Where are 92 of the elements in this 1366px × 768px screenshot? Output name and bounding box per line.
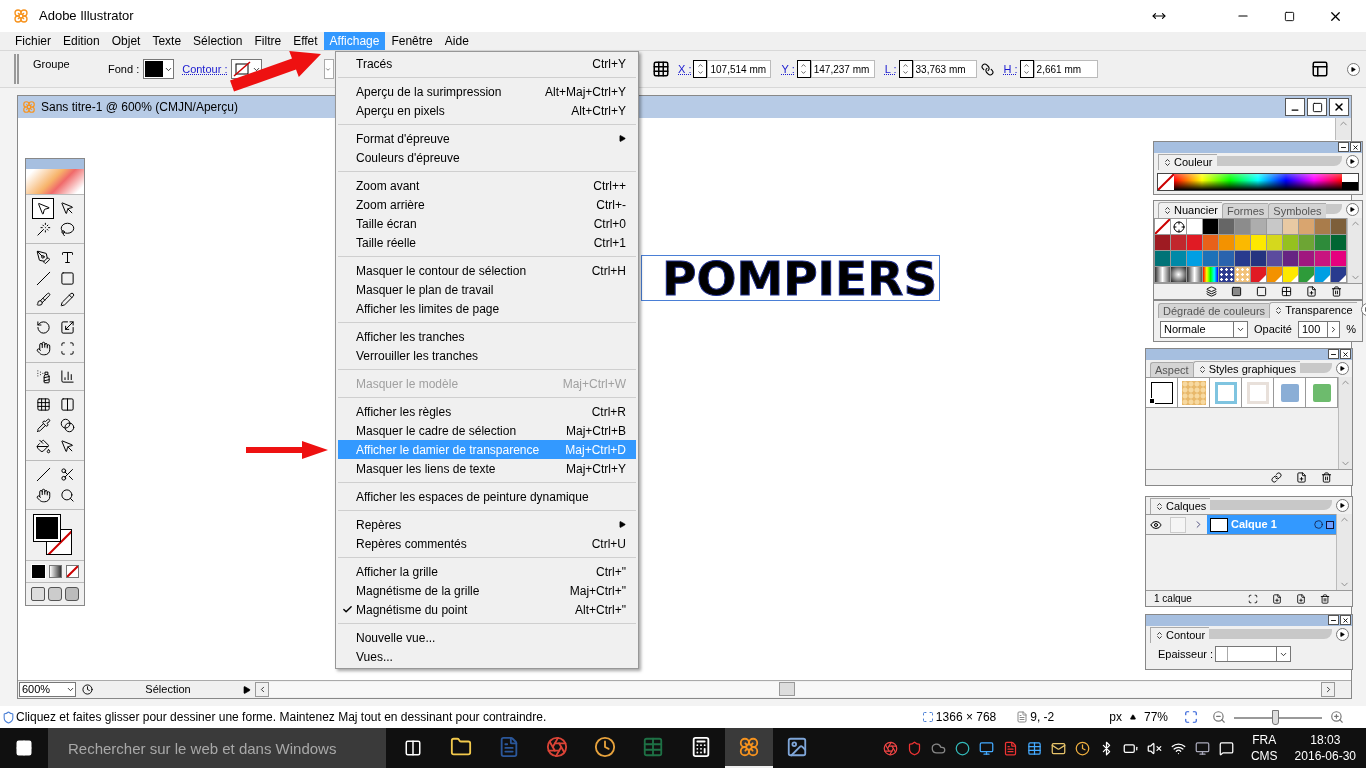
menu-item[interactable]: Masquer le plan de travail [338,280,636,299]
panel-tab[interactable]: Formes [1222,203,1269,218]
panel-tab[interactable]: Dégradé de couleurs [1158,303,1270,318]
percent-sign: % [1346,322,1356,338]
blend-mode-dropdown[interactable]: Normale [1160,321,1249,338]
shortcut-text: Ctrl+0 [593,215,626,233]
status-message: Cliquez et faites glisser pour dessiner une forme. Maintenez Maj tout en dessinant pour contraindre. [16,709,547,726]
menu-item[interactable]: Vues... [338,647,636,666]
stroke-link[interactable]: Contour : [182,60,228,78]
shortcut-text: Maj+Ctrl+" [569,582,626,600]
unit-text: px [1109,709,1122,726]
menu-item[interactable]: Aperçu en pixels Alt+Ctrl+Y [338,101,636,120]
menu-item[interactable]: Zoom arrière Ctrl+- [338,195,636,214]
menu-item[interactable]: Tracés Ctrl+Y [338,54,636,73]
field-label: Y : [781,61,795,77]
position-text: 9, -2 [1030,709,1055,726]
coordinate-field[interactable]: 2,661 mm [1033,60,1098,78]
shortcut-text: Ctrl+- [596,196,626,214]
panel-tab[interactable]: Aspect [1150,362,1193,377]
shortcut-text: Ctrl+H [591,262,626,280]
menu-item[interactable]: Couleurs d'épreuve [338,148,636,167]
menu-item[interactable]: Nouvelle vue... [338,628,636,647]
menu-item[interactable]: Verrouiller les tranches [338,346,636,365]
shortcut-text: Alt+Maj+Ctrl+Y [544,83,626,101]
shortcut-text: Ctrl+" [596,563,626,581]
coordinate-field[interactable]: 107,514 mm [707,60,772,78]
menu-item[interactable]: Afficher les tranches [338,327,636,346]
selection-type-label: Groupe [33,56,71,72]
status-dropdown[interactable]: Sélection [93,681,243,698]
menu-item[interactable]: Afficher les limites de page [338,299,636,318]
layer-name: Calque 1 [1231,517,1278,533]
menu-item[interactable]: Afficher la grille Ctrl+" [338,562,636,581]
shortcut-text: Maj+Ctrl+D [565,441,626,459]
opacity-field[interactable]: 100 [1298,321,1341,338]
menu-item[interactable]: Repères commentés Ctrl+U [338,534,636,553]
menu-item[interactable]: Masquer les liens de texte Maj+Ctrl+Y [338,459,636,478]
field-label: L : [884,61,897,77]
layer-count: 1 calque [1154,592,1192,606]
field-label: H : [1003,61,1018,77]
coordinate-field[interactable]: 147,237 mm [810,60,875,78]
opacity-label: Opacité [1254,322,1292,338]
shortcut-text: Ctrl+R [591,403,626,421]
zoom-percent: 77% [1143,709,1168,726]
menu-bar-item[interactable]: Objet [105,32,147,50]
menu-bar-item[interactable]: Sélection [187,32,249,50]
menu-bar-item[interactable]: Effet [287,32,324,50]
menu-item[interactable]: Afficher les règles Ctrl+R [338,402,636,421]
menu-bar-item[interactable]: Edition [57,32,106,50]
menu-item[interactable]: Format d'épreuve [338,129,636,148]
menu-item[interactable]: Masquer le contour de sélection Ctrl+H [338,261,636,280]
panel-tab[interactable]: Transparence [1269,302,1357,318]
shortcut-text: Ctrl+Y [592,55,626,73]
shortcut-text: Maj+Ctrl+Y [565,460,626,478]
menu-bar-item[interactable]: Fenêtre [385,32,439,50]
menu-item[interactable]: Taille écran Ctrl+0 [338,214,636,233]
menu-item[interactable]: Masquer le cadre de sélection Maj+Ctrl+B [338,421,636,440]
shortcut-text: Ctrl+U [591,535,626,553]
panel-tab[interactable]: Styles graphiques [1192,361,1301,377]
menu-bar-item[interactable]: Aide [438,32,475,50]
panel-tab[interactable]: Couleur [1158,154,1217,170]
menu-item[interactable]: Magnétisme de la grille Maj+Ctrl+" [338,581,636,600]
document-title: Sans titre-1 @ 600% (CMJN/Aperçu) [41,99,238,116]
fill-label: Fond : [108,61,140,77]
coordinate-field[interactable]: 33,763 mm [912,60,977,78]
language-text: FRA [1252,732,1277,748]
menu-bar-item[interactable]: Texte [146,32,188,50]
menu-item[interactable]: Zoom avant Ctrl++ [338,176,636,195]
search-field[interactable]: Rechercher sur le web et dans Windows [48,728,386,768]
menu-item[interactable]: Magnétisme du point Alt+Ctrl+" [338,600,636,619]
panel-tab[interactable]: Symboles [1268,203,1326,218]
shortcut-text: Ctrl+1 [593,234,626,252]
weight-label: Epaisseur : [1158,647,1214,662]
selected-text-object[interactable]: POMPIERS [641,255,941,301]
dimensions-text: 1366 × 768 [935,709,997,726]
menu-item[interactable]: Afficher les espaces de peinture dynamique [338,487,636,506]
panel-tab[interactable]: Nuancier [1158,202,1223,218]
menu-item[interactable]: Taille réelle Ctrl+1 [338,233,636,252]
clock-time: 18:03 [1310,732,1341,748]
menu-bar-item[interactable]: Filtre [248,32,288,50]
zoom-dropdown[interactable]: 600% [19,682,76,697]
clock-date: 2016-06-30 [1294,748,1356,764]
field-label: X : [678,61,692,77]
menu-item[interactable]: Repères [338,515,636,534]
window-title: Adobe Illustrator [39,7,134,26]
menu-item[interactable]: Aperçu de la surimpression Alt+Maj+Ctrl+Y [338,82,636,101]
shortcut-text: Maj+Ctrl+W [562,375,626,393]
menu-bar-item[interactable]: Fichier [9,32,57,50]
shortcut-text: Ctrl++ [593,177,626,195]
shortcut-text: Maj+Ctrl+B [565,422,626,440]
keyboard-layout-text: CMS [1250,748,1278,764]
shortcut-text: Alt+Ctrl+" [575,601,626,619]
shortcut-text: Alt+Ctrl+Y [571,102,626,120]
